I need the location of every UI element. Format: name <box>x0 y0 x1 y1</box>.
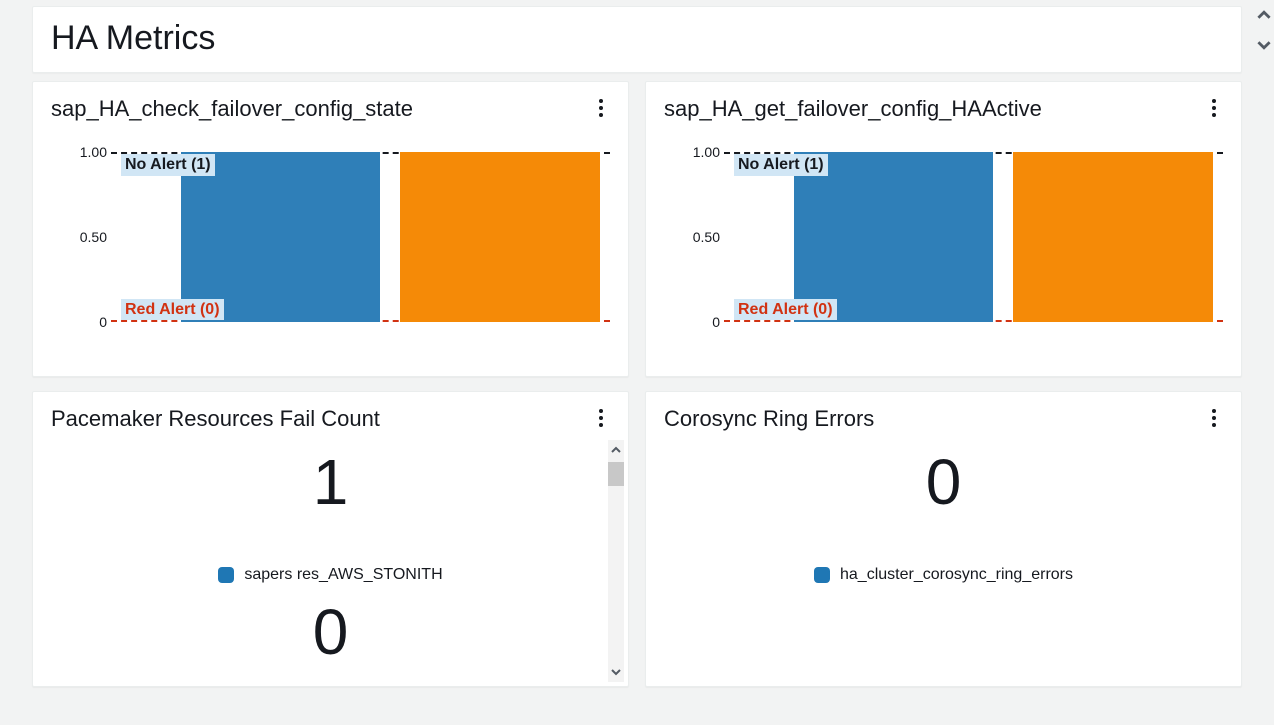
page-scroll-controls <box>1255 6 1273 54</box>
scroll-thumb[interactable] <box>608 462 624 486</box>
bar-series-2 <box>400 152 600 322</box>
page-scroll-down-icon[interactable] <box>1255 36 1273 54</box>
threshold-label-bottom: Red Alert (0) <box>734 299 837 321</box>
scroll-down-icon[interactable] <box>608 662 624 682</box>
legend: ha_cluster_corosync_ring_errors <box>664 566 1223 584</box>
legend: sapers res_AWS_STONITH <box>51 566 610 584</box>
metric-value: 0 <box>664 450 1223 514</box>
y-tick-label: 0 <box>664 314 720 330</box>
section-header: HA Metrics <box>32 6 1242 73</box>
y-tick-label: 0.50 <box>664 229 720 245</box>
section-title: HA Metrics <box>51 19 1223 58</box>
bar-chart: 1.00 0.50 0 No Alert (1) Red Alert (0) <box>664 152 1223 348</box>
panel-menu-icon[interactable] <box>592 406 610 430</box>
panel-menu-icon[interactable] <box>1205 96 1223 120</box>
panel-menu-icon[interactable] <box>592 96 610 120</box>
panel-menu-icon[interactable] <box>1205 406 1223 430</box>
panel-failover-config-haactive: sap_HA_get_failover_config_HAActive 1.00… <box>645 81 1242 377</box>
page-scroll-up-icon[interactable] <box>1255 6 1273 24</box>
y-tick-label: 0 <box>51 314 107 330</box>
panel-grid: sap_HA_check_failover_config_state 1.00 … <box>32 81 1242 687</box>
legend-swatch-icon <box>814 567 830 583</box>
threshold-label-top: No Alert (1) <box>734 154 828 176</box>
legend-swatch-icon <box>218 567 234 583</box>
panel-pacemaker-fail-count: Pacemaker Resources Fail Count 1 sapers … <box>32 391 629 687</box>
threshold-label-top: No Alert (1) <box>121 154 215 176</box>
scroll-up-icon[interactable] <box>608 440 624 460</box>
panel-title: Pacemaker Resources Fail Count <box>51 406 380 432</box>
legend-label: sapers res_AWS_STONITH <box>244 566 442 584</box>
legend-label: ha_cluster_corosync_ring_errors <box>840 566 1073 584</box>
panel-title: sap_HA_check_failover_config_state <box>51 96 413 122</box>
metric-value: 1 <box>51 450 610 514</box>
y-tick-label: 1.00 <box>51 144 107 160</box>
bar-chart: 1.00 0.50 0 No Alert (1) Red Alert (0) <box>51 152 610 348</box>
bar-series-1 <box>181 152 381 322</box>
panel-scrollbar[interactable] <box>608 440 624 682</box>
bar-series-1 <box>794 152 994 322</box>
metric-value: 0 <box>51 600 610 664</box>
panel-title: Corosync Ring Errors <box>664 406 874 432</box>
panel-failover-config-state: sap_HA_check_failover_config_state 1.00 … <box>32 81 629 377</box>
panel-title: sap_HA_get_failover_config_HAActive <box>664 96 1042 122</box>
threshold-label-bottom: Red Alert (0) <box>121 299 224 321</box>
y-tick-label: 0.50 <box>51 229 107 245</box>
y-tick-label: 1.00 <box>664 144 720 160</box>
panel-corosync-ring-errors: Corosync Ring Errors 0 ha_cluster_corosy… <box>645 391 1242 687</box>
bar-series-2 <box>1013 152 1213 322</box>
